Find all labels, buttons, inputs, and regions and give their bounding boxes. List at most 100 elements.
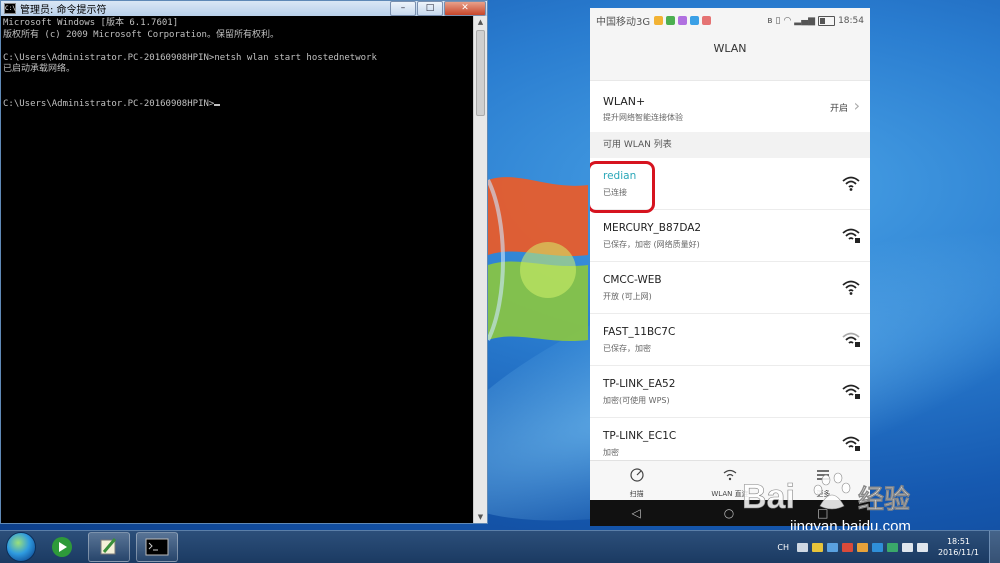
cmd-line	[3, 76, 471, 88]
svg-text:经验: 经验	[858, 484, 910, 515]
keyboard-icon[interactable]	[796, 542, 808, 552]
paint-icon	[100, 538, 117, 555]
bluetooth-icon: ʙ	[767, 15, 773, 26]
cmd-window[interactable]: C:\ 管理员: 命令提示符 – □ ✕ Microsoft Windows […	[0, 0, 488, 524]
cmd-prompt: C:\Users\Administrator.PC-20160908HPIN>	[3, 98, 215, 109]
cmd-scrollbar[interactable]: ▲ ▼	[473, 16, 487, 523]
scroll-down-arrow-icon[interactable]: ▼	[474, 511, 487, 523]
app-notification-icon	[654, 16, 664, 25]
wifi-status-icon: ◠	[783, 15, 792, 26]
media-player-icon	[52, 537, 72, 557]
cmd-title: 管理员: 命令提示符	[20, 5, 107, 16]
network-name: redian	[603, 170, 637, 182]
cmd-line: 版权所有 (c) 2009 Microsoft Corporation。保留所有…	[3, 29, 279, 40]
input-method-icon[interactable]	[811, 542, 823, 552]
svg-text:Bai: Bai	[742, 478, 795, 516]
clock-time: 18:51	[946, 537, 971, 546]
wifi-locked-icon	[842, 384, 860, 399]
network-name: TP-LINK_EA52	[603, 378, 676, 390]
network-item[interactable]: TP-LINK_EA52 加密(可使用 WPS)	[590, 366, 870, 418]
app-notification-icon	[666, 16, 676, 25]
minimize-button[interactable]: –	[390, 1, 416, 16]
battery-icon	[818, 15, 836, 26]
cmd-line: C:\Users\Administrator.PC-20160908HPIN>n…	[3, 52, 377, 63]
app-notification-icon	[678, 16, 688, 25]
cmd-line: 已启动承载网络。	[3, 64, 76, 74]
network-status: 已连接	[603, 188, 627, 197]
notification-icons	[654, 16, 712, 25]
scan-button[interactable]: 扫描	[590, 461, 683, 501]
windows-logo-wallpaper	[486, 177, 588, 342]
cmd-line	[3, 87, 471, 99]
clock-date: 2016/11/1	[937, 548, 979, 557]
taskbar-clock[interactable]: 18:51 2016/11/1	[938, 536, 979, 558]
chevron-right-icon: ›	[853, 96, 860, 115]
network-status: 已保存，加密 (网络质量好)	[603, 240, 700, 249]
app-notification-icon	[690, 16, 700, 25]
cmd-console[interactable]: Microsoft Windows [版本 6.1.7601] 版权所有 (c) …	[1, 16, 473, 523]
cmd-line: Microsoft Windows [版本 6.1.7601]	[3, 18, 179, 28]
wifi-signal-icon	[842, 176, 860, 191]
tray-app-icon[interactable]	[841, 542, 853, 552]
network-name: CMCC-WEB	[603, 274, 662, 286]
text-cursor	[214, 103, 221, 106]
network-icon[interactable]	[901, 542, 913, 552]
home-icon[interactable]: ○	[724, 506, 734, 520]
tray-app-icon[interactable]	[826, 542, 838, 552]
taskbar: CH 18:51 2016/11/1	[0, 530, 1000, 563]
network-name: FAST_11BC7C	[603, 326, 676, 338]
language-indicator[interactable]: CH	[777, 543, 789, 552]
network-item[interactable]: CMCC-WEB 开放 (可上网)	[590, 262, 870, 314]
cmd-line	[3, 41, 471, 53]
wifi-locked-icon	[842, 332, 860, 347]
scroll-up-arrow-icon[interactable]: ▲	[474, 16, 487, 28]
network-item[interactable]: MERCURY_B87DA2 已保存，加密 (网络质量好)	[590, 210, 870, 262]
tray-app-icon[interactable]	[871, 542, 883, 552]
wlan-plus-title: WLAN+	[603, 95, 646, 108]
back-icon[interactable]: ◁	[631, 506, 640, 520]
phone-status-bar: 中国移动3G ʙ ▯ ◠ ▂▄▆ 18:54	[590, 8, 870, 33]
network-status: 加密(可使用 WPS)	[603, 396, 670, 405]
security-shield-icon[interactable]	[886, 542, 898, 552]
scrollbar-thumb[interactable]	[476, 30, 485, 116]
cmd-app-icon: C:\	[4, 3, 16, 14]
cmd-titlebar[interactable]: C:\ 管理员: 命令提示符 – □ ✕	[1, 1, 487, 16]
wifi-signal-icon	[842, 280, 860, 295]
page-title: WLAN	[590, 33, 870, 65]
vibrate-icon: ▯	[775, 15, 781, 26]
volume-icon[interactable]	[916, 542, 928, 552]
network-item-redian[interactable]: redian 已连接	[590, 158, 870, 213]
wlan-plus-subtitle: 提升网络智能连接体验	[603, 113, 683, 122]
wifi-locked-icon	[842, 436, 860, 451]
cmd-prompt-line: C:\Users\Administrator.PC-20160908HPIN>	[3, 99, 471, 111]
network-status: 已保存，加密	[603, 344, 651, 353]
carrier-label: 中国移动3G	[596, 17, 651, 28]
taskbar-paint[interactable]	[88, 532, 130, 562]
cmd-icon	[145, 538, 169, 556]
network-name: MERCURY_B87DA2	[603, 222, 702, 234]
app-notification-icon	[702, 16, 712, 25]
show-desktop-button[interactable]	[989, 531, 1000, 563]
system-tray: CH 18:51 2016/11/1	[777, 531, 1000, 563]
wlan-plus-row[interactable]: WLAN+ 提升网络智能连接体验 开启 ›	[590, 80, 870, 132]
signal-icon: ▂▄▆	[794, 15, 816, 26]
network-status: 加密	[603, 448, 619, 457]
start-button[interactable]	[6, 532, 36, 562]
wifi-locked-icon	[842, 228, 860, 243]
spacer	[590, 65, 870, 80]
tray-app-icon[interactable]	[856, 542, 868, 552]
wlan-direct-icon	[723, 469, 737, 481]
phone-clock: 18:54	[838, 15, 864, 26]
maximize-button[interactable]: □	[417, 1, 443, 16]
section-header: 可用 WLAN 列表	[590, 132, 870, 158]
taskbar-media-player[interactable]	[42, 533, 82, 561]
phone-screen: 中国移动3G ʙ ▯ ◠ ▂▄▆ 18:54 WLAN WLAN+ 提升网络智能…	[590, 8, 870, 526]
scan-label: 扫描	[629, 490, 644, 498]
network-name: TP-LINK_EC1C	[603, 430, 677, 442]
wlan-plus-value: 开启	[829, 104, 848, 114]
taskbar-cmd[interactable]	[136, 532, 178, 562]
close-button[interactable]: ✕	[444, 1, 486, 16]
network-item[interactable]: FAST_11BC7C 已保存，加密	[590, 314, 870, 366]
scan-icon	[630, 468, 644, 482]
network-status: 开放 (可上网)	[603, 292, 652, 301]
